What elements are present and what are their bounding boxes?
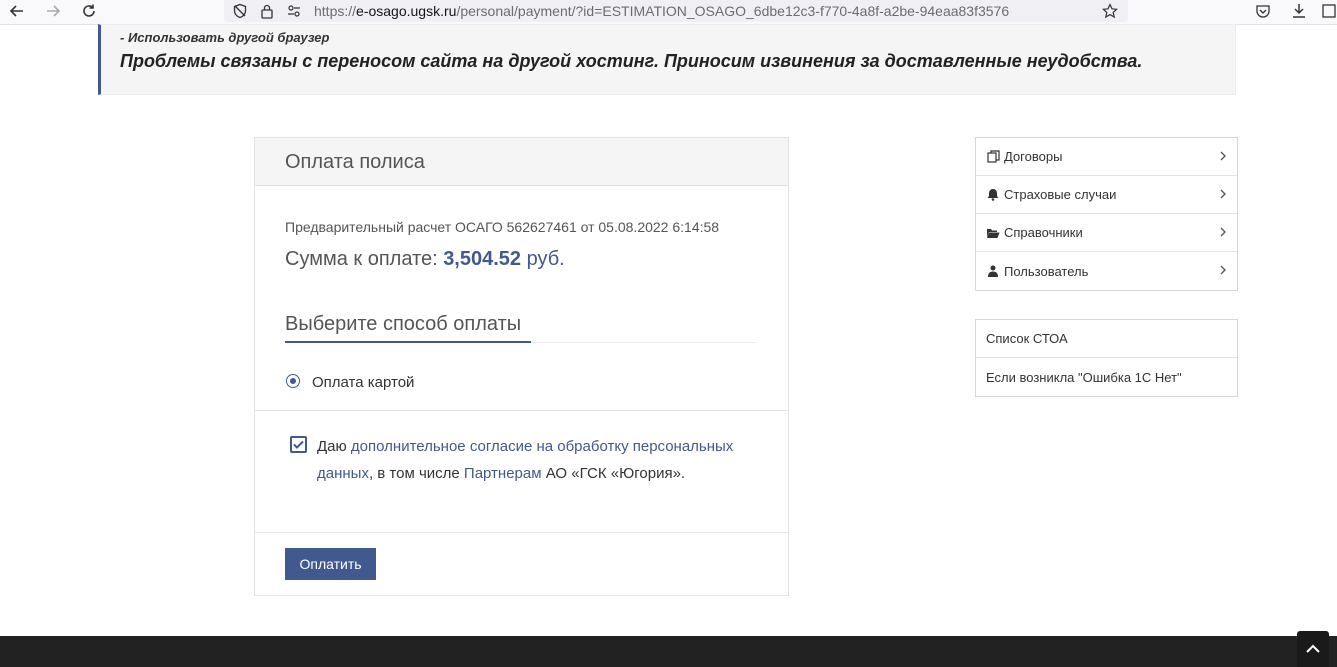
pocket-icon [1256,5,1270,18]
side-links-menu: Список СТОА Если возникла "Ошибка 1С Нет… [975,319,1238,397]
copy-icon [986,150,1000,164]
link-sto-list[interactable]: Список СТОА [976,320,1237,358]
tracking-protection-icon[interactable] [232,2,248,20]
hosting-notice: - Использовать другой браузер Проблемы с… [98,24,1236,95]
menu-item-label: Страховые случаи [1004,187,1117,202]
browser-toolbar: https://e-osago.ugsk.ru/personal/payment… [0,0,1337,25]
forward-arrow-icon [47,5,61,17]
payment-method-heading: Выберите способ оплаты [285,313,522,335]
heading-underline [285,341,531,343]
notice-line-browser: - Использовать другой браузер [120,30,330,45]
back-arrow-icon [9,5,23,17]
back-button[interactable] [4,0,30,22]
consent-text: Даю дополнительное согласие на обработку… [317,438,734,482]
menu-item-label: Справочники [1004,225,1083,240]
address-bar[interactable]: https://e-osago.ugsk.ru/personal/payment… [224,0,1128,22]
extensions-icon [1322,4,1336,18]
section-divider [255,410,788,411]
scroll-to-top-button[interactable] [1297,631,1329,667]
sum-currency: руб. [521,248,565,270]
sum-label: Сумма к оплате: [285,248,444,270]
menu-item-contracts[interactable]: Договоры [976,138,1237,176]
notice-line-hosting: Проблемы связаны с переносом сайта на др… [120,51,1143,71]
estimate-info: Предварительный расчет ОСАГО 562627461 о… [285,219,720,235]
menu-item-label: Договоры [1004,149,1063,164]
sum-amount: 3,504.52 [443,248,522,270]
forward-button[interactable] [40,0,66,22]
lock-icon[interactable] [260,2,274,20]
downloads-button[interactable] [1286,0,1312,22]
pay-button[interactable]: Оплатить [285,548,376,580]
download-icon [1293,4,1305,18]
menu-item-user[interactable]: Пользователь [976,252,1237,290]
menu-item-insurance-cases[interactable]: Страховые случаи [976,176,1237,214]
link-1c-error[interactable]: Если возникла "Ошибка 1С Нет" [976,358,1237,396]
extensions-button[interactable] [1316,0,1337,22]
bookmark-star-icon[interactable] [1102,2,1118,20]
heading-rule [531,342,757,343]
chevron-up-icon [1306,644,1320,653]
sum-to-pay: Сумма к оплате: 3,504.52 руб. [285,248,565,271]
card-payment-radio[interactable] [286,374,300,388]
menu-item-label: Пользователь [1004,263,1089,279]
page-footer [0,636,1337,667]
link-label: Если возникла "Ошибка 1С Нет" [986,369,1182,385]
permissions-icon[interactable] [286,2,302,20]
link-label: Список СТОА [986,331,1068,346]
folder-open-icon [986,226,1000,240]
consent-checkbox[interactable] [290,436,307,453]
url-text: https://e-osago.ugsk.ru/personal/payment… [314,3,1010,19]
side-nav-menu: Договоры Страховые случаи Справочники По… [975,137,1238,291]
checkmark-icon [293,440,304,449]
card-payment-label[interactable]: Оплата картой [312,374,414,391]
chevron-right-icon [1220,227,1226,237]
chevron-right-icon [1220,189,1226,199]
reload-icon [83,4,95,17]
panel-title: Оплата полиса [285,151,425,173]
section-divider [255,532,788,533]
payment-panel: Оплата полиса Предварительный расчет ОСА… [254,137,789,596]
pocket-button[interactable] [1250,0,1276,22]
chevron-right-icon [1220,151,1226,161]
user-icon [986,264,1000,278]
chevron-right-icon [1220,265,1226,275]
partners-link[interactable]: Партнерам [464,465,542,482]
menu-item-directories[interactable]: Справочники [976,214,1237,252]
reload-button[interactable] [76,0,102,22]
bell-icon [986,188,1000,202]
